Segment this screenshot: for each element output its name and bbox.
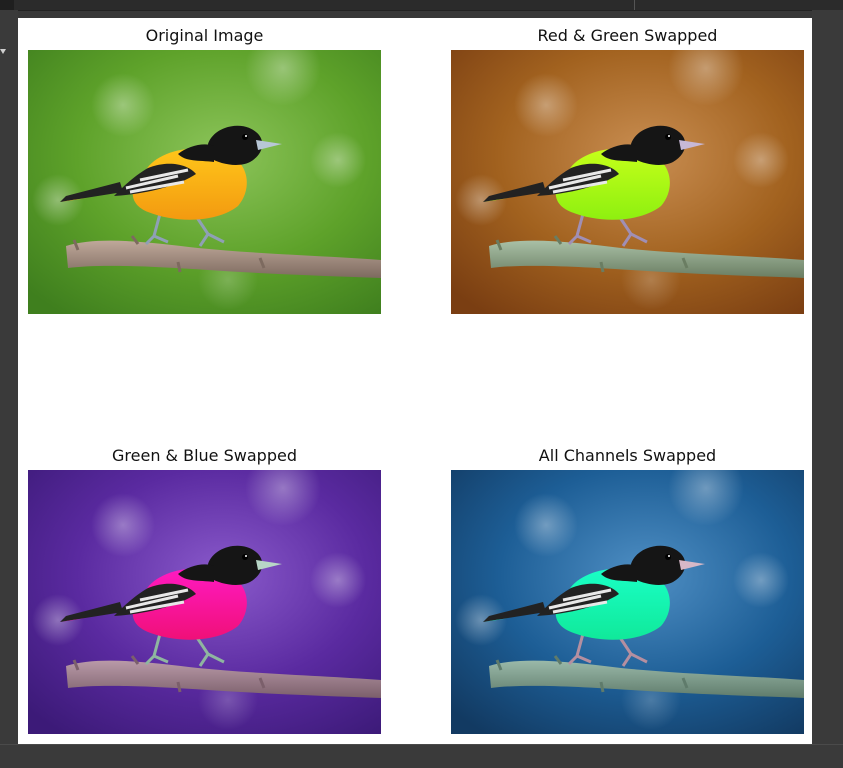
collapse-icon[interactable] <box>0 48 8 56</box>
bottom-status-bar <box>0 744 843 768</box>
top-bar-divider <box>634 0 635 10</box>
panel-title-all-channels-swapped: All Channels Swapped <box>538 446 717 465</box>
window-top-bar <box>0 0 843 11</box>
image-original <box>28 50 381 314</box>
right-gutter <box>812 10 843 744</box>
image-all-channels-swapped <box>451 470 804 734</box>
left-gutter <box>0 10 18 744</box>
image-green-blue-swapped <box>28 470 381 734</box>
matplotlib-figure: Original Image Red & Green Swapped Green… <box>18 18 812 744</box>
image-red-green-swapped <box>451 50 804 314</box>
panel-title-original: Original Image <box>145 26 264 45</box>
panel-title-green-blue-swapped: Green & Blue Swapped <box>112 446 297 465</box>
panel-title-red-green-swapped: Red & Green Swapped <box>537 26 718 45</box>
top-bar-left-segment <box>0 0 14 10</box>
